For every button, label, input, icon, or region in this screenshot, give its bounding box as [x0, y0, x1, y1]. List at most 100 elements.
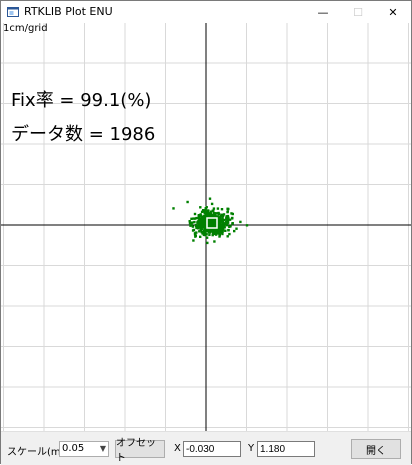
position-point	[192, 217, 195, 220]
position-point	[221, 219, 225, 222]
position-point	[198, 230, 201, 233]
position-point	[226, 224, 229, 227]
position-point	[195, 216, 198, 220]
position-point	[218, 216, 221, 219]
position-point	[206, 241, 209, 245]
position-point	[212, 207, 216, 210]
app-window: RTKLIB Plot ENU — ☐ ✕ 1cm/grid Fix率 = 99…	[0, 0, 412, 465]
position-point	[239, 220, 242, 224]
position-point	[213, 240, 216, 243]
app-icon	[7, 7, 19, 17]
position-point	[191, 225, 195, 228]
position-point	[205, 206, 208, 209]
position-point	[224, 229, 227, 232]
scale-value: 0.05	[62, 443, 85, 454]
position-point	[228, 232, 231, 236]
position-point	[210, 215, 213, 218]
open-button[interactable]: 開く	[351, 439, 401, 459]
data-count-text: データ数 = 1986	[11, 124, 156, 145]
position-point	[172, 207, 175, 210]
position-point	[221, 230, 224, 233]
position-point	[202, 209, 205, 212]
position-point	[231, 216, 234, 220]
position-point	[204, 229, 208, 232]
open-button-label: 開く	[366, 445, 386, 457]
position-point	[245, 224, 249, 227]
position-point	[199, 235, 202, 238]
position-point	[192, 239, 195, 242]
position-point	[208, 231, 212, 234]
position-point	[220, 208, 224, 211]
position-point	[201, 224, 204, 227]
position-point	[204, 210, 208, 213]
position-point	[214, 212, 217, 216]
chevron-down-icon: ▼	[99, 444, 106, 453]
position-point	[225, 220, 228, 224]
y-offset-input[interactable]	[257, 441, 315, 457]
scale-label: スケール(m)	[7, 447, 65, 458]
position-point	[235, 227, 238, 230]
position-point	[199, 217, 202, 221]
position-point	[200, 231, 203, 234]
close-button[interactable]: ✕	[376, 1, 410, 23]
position-point	[227, 207, 230, 211]
position-point	[208, 197, 212, 200]
position-point	[229, 225, 232, 228]
position-point	[188, 220, 191, 223]
position-point	[202, 231, 206, 234]
minimize-icon: —	[317, 5, 329, 19]
position-point	[205, 236, 209, 239]
position-point	[204, 215, 208, 218]
position-point	[193, 220, 196, 224]
scale-select[interactable]: 0.05 ▼	[59, 441, 109, 457]
position-point	[209, 223, 212, 226]
y-label: Y	[248, 443, 255, 454]
position-point	[205, 233, 208, 236]
bottom-toolbar: スケール(m) 0.05 ▼ オフセット X Y 開く	[1, 431, 411, 465]
maximize-icon: ☐	[353, 5, 363, 19]
offset-button-label: オフセット	[116, 438, 156, 464]
position-point	[189, 224, 192, 227]
position-point	[218, 233, 221, 237]
close-icon: ✕	[388, 5, 398, 19]
position-point	[225, 216, 229, 219]
position-point	[221, 213, 224, 216]
position-points	[172, 197, 249, 245]
position-point	[199, 225, 202, 228]
enu-plot: 1cm/grid Fix率 = 99.1(%) データ数 = 1986	[1, 23, 411, 431]
position-point	[226, 210, 229, 214]
position-point	[211, 209, 214, 212]
position-point	[217, 211, 220, 215]
position-point	[226, 235, 229, 238]
position-point	[207, 209, 210, 213]
x-offset-input[interactable]	[183, 441, 241, 457]
x-label: X	[174, 443, 181, 454]
position-point	[186, 200, 189, 204]
fix-rate-text: Fix率 = 99.1(%)	[11, 90, 152, 111]
position-point	[197, 215, 201, 218]
plot-canvas	[1, 23, 411, 431]
position-point	[233, 229, 236, 233]
position-point	[195, 226, 198, 229]
position-point	[193, 212, 197, 216]
position-point	[210, 202, 214, 206]
minimize-button[interactable]: —	[306, 1, 340, 23]
position-point	[195, 231, 198, 234]
position-point	[200, 215, 204, 218]
grid-scale-label: 1cm/grid	[3, 23, 48, 34]
position-point	[231, 222, 234, 225]
position-point	[208, 233, 211, 236]
position-point	[194, 235, 197, 238]
position-point	[213, 230, 216, 234]
window-title: RTKLIB Plot ENU	[24, 5, 113, 18]
offset-button[interactable]: オフセット	[115, 438, 165, 464]
position-point	[199, 206, 202, 209]
position-point	[230, 212, 233, 215]
title-bar[interactable]: RTKLIB Plot ENU — ☐ ✕	[1, 1, 411, 23]
position-point	[216, 207, 220, 210]
position-point	[203, 218, 206, 221]
position-point	[227, 228, 230, 232]
position-point	[209, 219, 212, 222]
maximize-button[interactable]: ☐	[341, 1, 375, 23]
position-point	[197, 222, 200, 225]
